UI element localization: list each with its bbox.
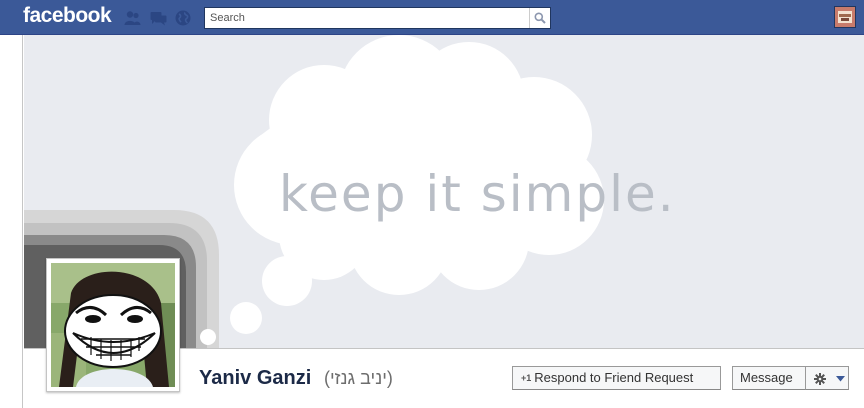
friend-requests-icon[interactable] xyxy=(124,10,141,26)
search-box xyxy=(204,7,551,29)
friend-request-plus-icon: +1 xyxy=(521,373,532,383)
messages-icon[interactable] xyxy=(150,10,167,26)
message-button-label: Message xyxy=(740,370,793,385)
left-rail xyxy=(0,35,23,408)
cover-text: keep it simple. xyxy=(279,165,676,223)
respond-button-label: Respond to Friend Request xyxy=(534,370,694,385)
profile-picture[interactable] xyxy=(51,263,175,387)
top-navigation-bar: facebook xyxy=(0,0,864,35)
gear-icon xyxy=(814,370,830,385)
user-avatar-thumbnail[interactable] xyxy=(834,6,856,28)
chevron-down-icon xyxy=(830,370,845,385)
search-input[interactable] xyxy=(205,8,530,28)
respond-to-friend-request-button[interactable]: +1 Respond to Friend Request xyxy=(512,366,721,390)
notifications-globe-icon[interactable] xyxy=(175,10,191,26)
facebook-logo[interactable]: facebook xyxy=(23,4,112,28)
profile-alternate-name: (יניב גנזי) xyxy=(324,368,393,388)
search-button[interactable] xyxy=(529,8,550,28)
profile-name[interactable]: Yaniv Ganzi xyxy=(199,367,311,390)
settings-dropdown-button[interactable] xyxy=(805,366,849,390)
message-button[interactable]: Message xyxy=(732,366,806,390)
profile-picture-frame[interactable] xyxy=(46,258,180,392)
